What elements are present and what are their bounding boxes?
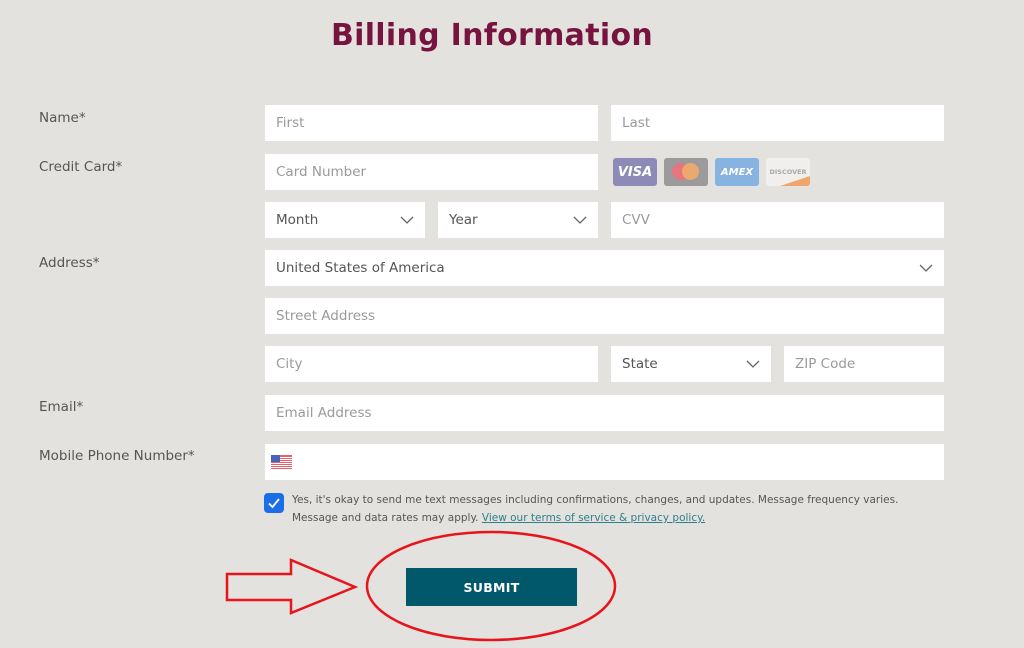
address-label: Address* bbox=[39, 255, 100, 271]
sms-consent-text: Yes, it's okay to send me text messages … bbox=[292, 491, 932, 527]
city-input[interactable]: City bbox=[265, 346, 598, 382]
zip-placeholder: ZIP Code bbox=[795, 356, 856, 372]
email-input[interactable]: Email Address bbox=[265, 395, 944, 431]
amex-icon: AMEX bbox=[715, 158, 759, 186]
cvv-input[interactable]: CVV bbox=[611, 202, 944, 238]
chevron-down-icon bbox=[919, 264, 933, 272]
email-label: Email* bbox=[39, 399, 84, 415]
first-name-input[interactable]: First bbox=[265, 105, 598, 141]
visa-text: VISA bbox=[617, 164, 653, 180]
terms-privacy-link[interactable]: View our terms of service & privacy poli… bbox=[482, 512, 705, 524]
page-title: Billing Information bbox=[330, 18, 654, 53]
submit-button[interactable]: SUBMIT bbox=[406, 568, 577, 606]
card-number-input[interactable]: Card Number bbox=[265, 154, 598, 190]
us-flag-icon[interactable] bbox=[271, 455, 292, 469]
card-number-placeholder: Card Number bbox=[276, 164, 367, 180]
checkmark-icon bbox=[268, 498, 280, 509]
country-select[interactable]: United States of America bbox=[265, 250, 944, 286]
year-select[interactable]: Year bbox=[438, 202, 598, 238]
mastercard-icon bbox=[664, 158, 708, 186]
discover-text: DISCOVER bbox=[769, 168, 807, 176]
email-placeholder: Email Address bbox=[276, 405, 372, 421]
mobile-phone-input[interactable] bbox=[265, 444, 944, 480]
name-label: Name* bbox=[39, 110, 86, 126]
country-value: United States of America bbox=[276, 260, 445, 276]
month-select[interactable]: Month bbox=[265, 202, 425, 238]
last-name-input[interactable]: Last bbox=[611, 105, 944, 141]
mobile-phone-label: Mobile Phone Number* bbox=[39, 448, 195, 464]
chevron-down-icon bbox=[400, 216, 414, 224]
sms-consent: Yes, it's okay to send me text messages … bbox=[264, 493, 932, 527]
last-name-placeholder: Last bbox=[622, 115, 651, 131]
first-name-placeholder: First bbox=[276, 115, 305, 131]
card-logos: VISA AMEX DISCOVER bbox=[613, 158, 810, 186]
discover-icon: DISCOVER bbox=[766, 158, 810, 186]
street-placeholder: Street Address bbox=[276, 308, 376, 324]
year-value: Year bbox=[449, 212, 478, 228]
sms-consent-checkbox[interactable] bbox=[264, 493, 284, 513]
amex-text: AMEX bbox=[720, 166, 754, 178]
street-address-input[interactable]: Street Address bbox=[265, 298, 944, 334]
red-arrow-annotation bbox=[225, 558, 359, 615]
state-select[interactable]: State bbox=[611, 346, 771, 382]
state-value: State bbox=[622, 356, 658, 372]
chevron-down-icon bbox=[746, 360, 760, 368]
chevron-down-icon bbox=[573, 216, 587, 224]
credit-card-label: Credit Card* bbox=[39, 159, 123, 175]
visa-icon: VISA bbox=[613, 158, 657, 186]
city-placeholder: City bbox=[276, 356, 303, 372]
zip-code-input[interactable]: ZIP Code bbox=[784, 346, 944, 382]
cvv-placeholder: CVV bbox=[622, 212, 650, 228]
month-value: Month bbox=[276, 212, 319, 228]
